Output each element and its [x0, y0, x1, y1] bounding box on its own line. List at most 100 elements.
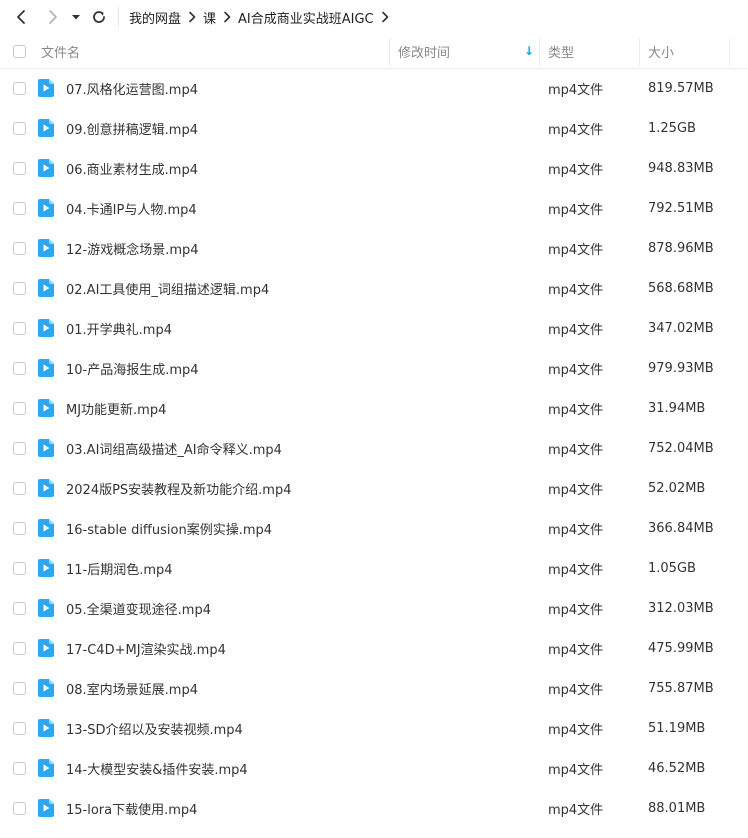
file-name[interactable]: 01.开学典礼.mp4	[66, 308, 172, 348]
file-row[interactable]: 17-C4D+MJ渲染实战.mp4 mp4文件 475.99MB	[0, 628, 748, 668]
row-checkbox[interactable]	[13, 761, 26, 775]
row-checkbox-wrap[interactable]	[13, 68, 26, 108]
row-checkbox-wrap[interactable]	[13, 188, 26, 228]
row-checkbox[interactable]	[13, 241, 26, 255]
file-row[interactable]: 14-大模型安装&插件安装.mp4 mp4文件 46.52MB	[0, 748, 748, 788]
breadcrumb-item[interactable]: 我的网盘	[129, 8, 181, 27]
row-checkbox-wrap[interactable]	[13, 628, 26, 668]
file-row[interactable]: 02.AI工具使用_词组描述逻辑.mp4 mp4文件 568.68MB	[0, 268, 748, 308]
history-dropdown-button[interactable]	[70, 6, 82, 28]
column-modified[interactable]: 修改时间 ↓	[398, 34, 538, 68]
file-row[interactable]: 11-后期润色.mp4 mp4文件 1.05GB	[0, 548, 748, 588]
row-checkbox[interactable]	[13, 201, 26, 215]
row-checkbox[interactable]	[13, 561, 26, 575]
row-checkbox-wrap[interactable]	[13, 228, 26, 268]
breadcrumb-separator-icon[interactable]	[188, 11, 196, 23]
file-name[interactable]: 03.AI词组高级描述_AI命令释义.mp4	[66, 428, 282, 468]
file-name[interactable]: 13-SD介绍以及安装视频.mp4	[66, 708, 243, 748]
refresh-button[interactable]	[88, 6, 110, 28]
row-checkbox-wrap[interactable]	[13, 108, 26, 148]
file-name[interactable]: 14-大模型安装&插件安装.mp4	[66, 748, 248, 788]
row-checkbox-wrap[interactable]	[13, 588, 26, 628]
row-checkbox[interactable]	[13, 281, 26, 295]
file-name[interactable]: 09.创意拼稿逻辑.mp4	[66, 108, 198, 148]
breadcrumb-separator-icon[interactable]	[223, 11, 231, 23]
row-checkbox[interactable]	[13, 121, 26, 135]
row-checkbox-wrap[interactable]	[13, 428, 26, 468]
row-checkbox-wrap[interactable]	[13, 468, 26, 508]
row-checkbox[interactable]	[13, 601, 26, 615]
file-name[interactable]: 2024版PS安装教程及新功能介绍.mp4	[66, 468, 292, 508]
row-checkbox[interactable]	[13, 481, 26, 495]
breadcrumb-item[interactable]: AI合成商业实战班AIGC	[238, 8, 374, 27]
file-name[interactable]: 04.卡通IP与人物.mp4	[66, 188, 197, 228]
file-row[interactable]: 04.卡通IP与人物.mp4 mp4文件 792.51MB	[0, 188, 748, 228]
file-name[interactable]: 07.风格化运营图.mp4	[66, 68, 198, 108]
row-checkbox-wrap[interactable]	[13, 668, 26, 708]
file-row[interactable]: 13-SD介绍以及安装视频.mp4 mp4文件 51.19MB	[0, 708, 748, 748]
file-row[interactable]: 07.风格化运营图.mp4 mp4文件 819.57MB	[0, 68, 748, 108]
row-checkbox[interactable]	[13, 401, 26, 415]
row-checkbox[interactable]	[13, 641, 26, 655]
file-row[interactable]: 10-产品海报生成.mp4 mp4文件 979.93MB	[0, 348, 748, 388]
file-name[interactable]: MJ功能更新.mp4	[66, 388, 166, 428]
file-name[interactable]: 11-后期润色.mp4	[66, 548, 173, 588]
column-name-label: 文件名	[41, 45, 81, 61]
file-row[interactable]: 01.开学典礼.mp4 mp4文件 347.02MB	[0, 308, 748, 348]
row-checkbox-wrap[interactable]	[13, 708, 26, 748]
row-checkbox-wrap[interactable]	[13, 508, 26, 548]
file-row[interactable]: 09.创意拼稿逻辑.mp4 mp4文件 1.25GB	[0, 108, 748, 148]
file-row[interactable]: 12-游戏概念场景.mp4 mp4文件 878.96MB	[0, 228, 748, 268]
row-checkbox[interactable]	[13, 161, 26, 175]
file-name[interactable]: 12-游戏概念场景.mp4	[66, 228, 199, 268]
row-checkbox-wrap[interactable]	[13, 388, 26, 428]
column-name[interactable]: 文件名	[41, 34, 80, 68]
file-name[interactable]: 17-C4D+MJ渲染实战.mp4	[66, 628, 226, 668]
file-name[interactable]: 10-产品海报生成.mp4	[66, 348, 199, 388]
breadcrumb-separator-icon[interactable]	[381, 11, 389, 23]
file-row[interactable]: MJ功能更新.mp4 mp4文件 31.94MB	[0, 388, 748, 428]
file-row[interactable]: 15-lora下载使用.mp4 mp4文件 88.01MB	[0, 788, 748, 828]
file-row[interactable]: 06.商业素材生成.mp4 mp4文件 948.83MB	[0, 148, 748, 188]
row-checkbox-wrap[interactable]	[13, 308, 26, 348]
row-checkbox-wrap[interactable]	[13, 788, 26, 828]
file-size: 366.84MB	[648, 520, 714, 536]
row-checkbox-wrap[interactable]	[13, 348, 26, 388]
column-divider[interactable]	[729, 38, 730, 66]
row-checkbox-wrap[interactable]	[13, 748, 26, 788]
row-checkbox[interactable]	[13, 521, 26, 535]
breadcrumb-item[interactable]: 课	[203, 8, 216, 27]
file-row[interactable]: 05.全渠道变现途径.mp4 mp4文件 312.03MB	[0, 588, 748, 628]
row-checkbox-wrap[interactable]	[13, 148, 26, 188]
file-name[interactable]: 16-stable diffusion案例实操.mp4	[66, 508, 272, 548]
row-checkbox[interactable]	[13, 721, 26, 735]
column-divider[interactable]	[539, 38, 540, 66]
row-checkbox-wrap[interactable]	[13, 548, 26, 588]
column-divider[interactable]	[389, 38, 390, 66]
row-checkbox[interactable]	[13, 441, 26, 455]
file-size: 948.83MB	[648, 160, 714, 176]
forward-button[interactable]	[42, 6, 64, 28]
row-checkbox[interactable]	[13, 81, 26, 95]
row-checkbox[interactable]	[13, 801, 26, 815]
row-checkbox[interactable]	[13, 681, 26, 695]
file-row[interactable]: 03.AI词组高级描述_AI命令释义.mp4 mp4文件 752.04MB	[0, 428, 748, 468]
column-type[interactable]: 类型	[548, 34, 574, 68]
file-name[interactable]: 06.商业素材生成.mp4	[66, 148, 198, 188]
back-button[interactable]	[10, 6, 32, 28]
file-row[interactable]: 16-stable diffusion案例实操.mp4 mp4文件 366.84MB	[0, 508, 748, 548]
file-name[interactable]: 15-lora下载使用.mp4	[66, 788, 197, 828]
select-all-checkbox-wrap[interactable]	[13, 34, 26, 68]
file-row[interactable]: 08.室内场景延展.mp4 mp4文件 755.87MB	[0, 668, 748, 708]
file-name[interactable]: 08.室内场景延展.mp4	[66, 668, 198, 708]
row-checkbox[interactable]	[13, 321, 26, 335]
file-name[interactable]: 05.全渠道变现途径.mp4	[66, 588, 211, 628]
video-file-icon	[38, 428, 54, 468]
file-name[interactable]: 02.AI工具使用_词组描述逻辑.mp4	[66, 268, 269, 308]
column-size[interactable]: 大小	[648, 34, 674, 68]
select-all-checkbox[interactable]	[13, 44, 26, 58]
row-checkbox-wrap[interactable]	[13, 268, 26, 308]
file-row[interactable]: 2024版PS安装教程及新功能介绍.mp4 mp4文件 52.02MB	[0, 468, 748, 508]
column-divider[interactable]	[639, 38, 640, 66]
row-checkbox[interactable]	[13, 361, 26, 375]
